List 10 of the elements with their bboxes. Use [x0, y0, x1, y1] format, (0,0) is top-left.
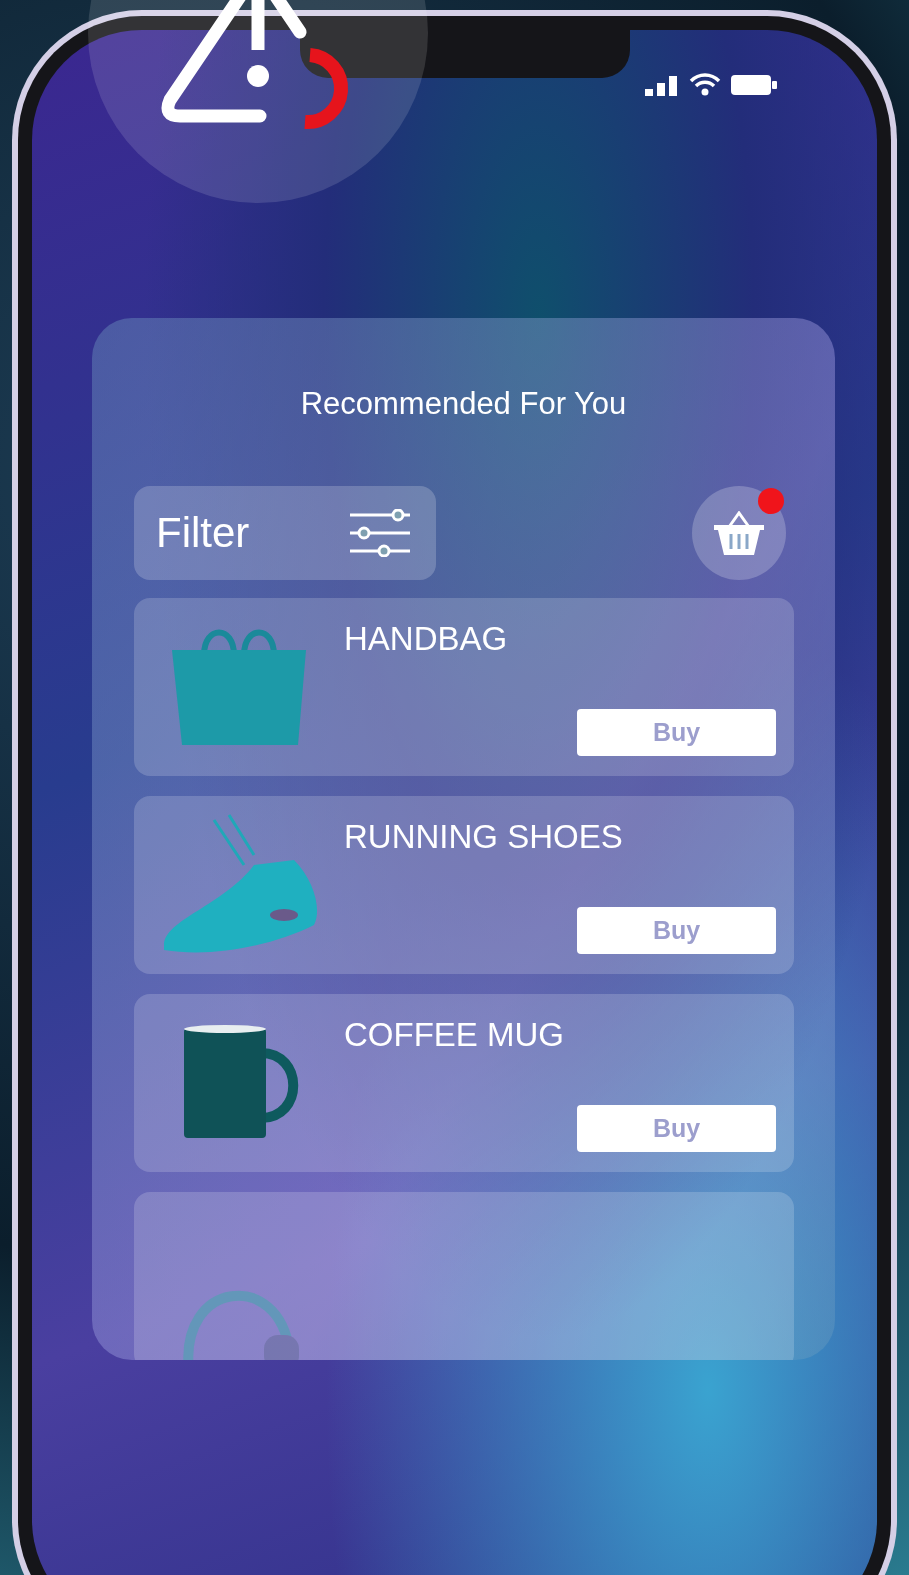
basket-icon	[714, 511, 764, 555]
section-title: Recommended For You	[299, 386, 628, 422]
sliders-icon	[350, 509, 410, 557]
buy-button[interactable]: Buy	[577, 1105, 776, 1152]
product-name: HANDBAG	[344, 620, 508, 658]
product-name: COFFEE MUG	[344, 1016, 564, 1054]
product-name: RUNNING SHOES	[344, 818, 623, 856]
buy-button[interactable]: Buy	[577, 907, 776, 954]
buy-button[interactable]: Buy	[577, 709, 776, 756]
filter-button[interactable]: Filter	[134, 486, 436, 580]
